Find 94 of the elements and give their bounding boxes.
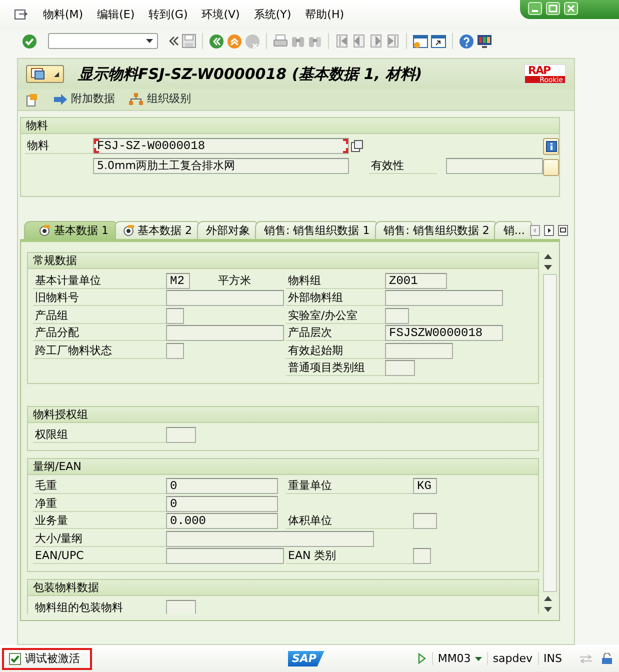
print-icon[interactable]	[273, 34, 288, 48]
input-field[interactable]	[166, 600, 196, 614]
input-field[interactable]	[385, 308, 409, 324]
screen-icon	[31, 68, 45, 80]
input-field[interactable]	[413, 548, 431, 564]
debug-indicator[interactable]: 调试被激活	[2, 648, 92, 670]
description-field: 5.0mm两肋土工复合排水网	[93, 158, 349, 174]
tab-list-icon[interactable]	[558, 224, 568, 236]
arrows-icon	[579, 654, 593, 664]
checkbox-label: 调试被激活	[25, 652, 80, 666]
unit-text: 平方米	[218, 274, 251, 288]
group-title: 包装物料数据	[28, 580, 538, 596]
tab[interactable]: 基本数据 1	[24, 221, 116, 239]
input-field[interactable]	[385, 360, 415, 376]
tab[interactable]: 外部对象	[197, 221, 257, 239]
previous-page-icon[interactable]	[352, 34, 366, 48]
caret-icon	[54, 72, 59, 76]
first-page-icon[interactable]	[335, 34, 349, 48]
input-field[interactable]: 0	[166, 496, 278, 512]
menu-item[interactable]: 系统(Y)	[246, 8, 298, 22]
last-page-icon[interactable]	[386, 34, 400, 48]
input-field[interactable]: M2	[166, 272, 190, 289]
radio-icon	[122, 225, 134, 236]
input-field[interactable]	[166, 426, 196, 443]
menu-item[interactable]: 帮助(H)	[298, 8, 352, 22]
close-icon[interactable]	[564, 2, 578, 17]
transaction-code: MM03	[438, 652, 471, 666]
exit-icon[interactable]	[227, 34, 242, 48]
copy-icon[interactable]	[26, 92, 40, 106]
binoculars-icon[interactable]	[291, 34, 305, 48]
enter-icon[interactable]	[22, 34, 37, 48]
minimize-icon[interactable]	[528, 2, 542, 17]
input-field[interactable]	[385, 290, 503, 306]
group-title: 常规数据	[28, 253, 538, 269]
input-field[interactable]	[166, 548, 284, 564]
copy-icon[interactable]	[351, 140, 363, 152]
tab[interactable]: 销售: 销售组织数据 1	[255, 221, 377, 239]
tab[interactable]: 基本数据 2	[114, 221, 199, 239]
group-title: 量纲/EAN	[28, 458, 538, 474]
screen-title: 显示物料FSJ-SZ-W0000018 (基本数据 1, 材料)	[78, 65, 422, 83]
menu-item[interactable]: 物料(M)	[36, 8, 90, 22]
input-field[interactable]	[166, 342, 184, 359]
maximize-icon[interactable]	[546, 2, 560, 17]
caret-icon[interactable]	[474, 656, 482, 660]
input-field[interactable]	[166, 308, 184, 324]
tab[interactable]: 销售: 销售组织数据 2	[374, 221, 496, 239]
binoculars-icon[interactable]	[308, 34, 322, 48]
input-field[interactable]	[413, 513, 437, 530]
group-title: 物料授权组	[28, 407, 538, 423]
input-field[interactable]	[166, 325, 284, 342]
caret-icon[interactable]	[146, 39, 153, 43]
help-icon[interactable]	[459, 34, 474, 48]
cancel-icon[interactable]	[245, 34, 260, 48]
radio-icon	[39, 225, 50, 236]
org-levels-button[interactable]: 组织级别	[129, 91, 191, 108]
input-field[interactable]: 0	[166, 478, 278, 494]
input-field[interactable]	[385, 342, 453, 359]
screen-menu-button[interactable]	[26, 65, 64, 83]
input-field[interactable]	[166, 290, 284, 306]
hierarchy-icon	[129, 93, 143, 106]
monitor-icon[interactable]	[477, 34, 492, 48]
additional-data-button[interactable]: 附加数据	[54, 91, 115, 108]
lock-icon	[601, 652, 613, 664]
input-field[interactable]	[166, 530, 374, 547]
input-mode: INS	[538, 652, 567, 666]
group-title: 物料	[21, 118, 559, 134]
info-button[interactable]	[543, 138, 559, 155]
back-icon[interactable]	[209, 34, 224, 48]
play-icon[interactable]	[418, 653, 426, 664]
input-field[interactable]: Z001	[385, 272, 447, 289]
input-field[interactable]: FSJ-SZ-W0000018	[93, 138, 349, 154]
info-icon	[546, 141, 556, 152]
tab[interactable]: 销...	[494, 221, 532, 239]
input-field[interactable]: 0.000	[166, 513, 278, 530]
logo-text: RAP	[527, 65, 550, 76]
field-label: 有效性	[369, 158, 437, 174]
arrow-icon	[54, 94, 67, 105]
shortcut-icon[interactable]	[431, 34, 446, 48]
menu-icon[interactable]	[14, 9, 28, 21]
system-name: sapdev	[486, 652, 538, 666]
sap-logo: SAP	[288, 650, 324, 666]
checkbox[interactable]	[9, 652, 21, 664]
input-field[interactable]: FSJSZW0000018	[385, 325, 503, 342]
menu-item[interactable]: 转到(G)	[142, 8, 195, 22]
menu-item[interactable]: 环境(V)	[194, 8, 247, 22]
new-session-icon[interactable]	[413, 34, 428, 48]
menu-item[interactable]: 编辑(E)	[90, 8, 142, 22]
double-chevron-icon[interactable]	[169, 36, 179, 46]
input-field[interactable]: KG	[413, 478, 437, 494]
scroll-right-icon[interactable]	[544, 224, 554, 236]
input-field[interactable]	[446, 158, 543, 174]
command-field[interactable]	[48, 33, 158, 49]
next-page-icon[interactable]	[369, 34, 383, 48]
vertical-scrollbar[interactable]	[543, 252, 557, 614]
